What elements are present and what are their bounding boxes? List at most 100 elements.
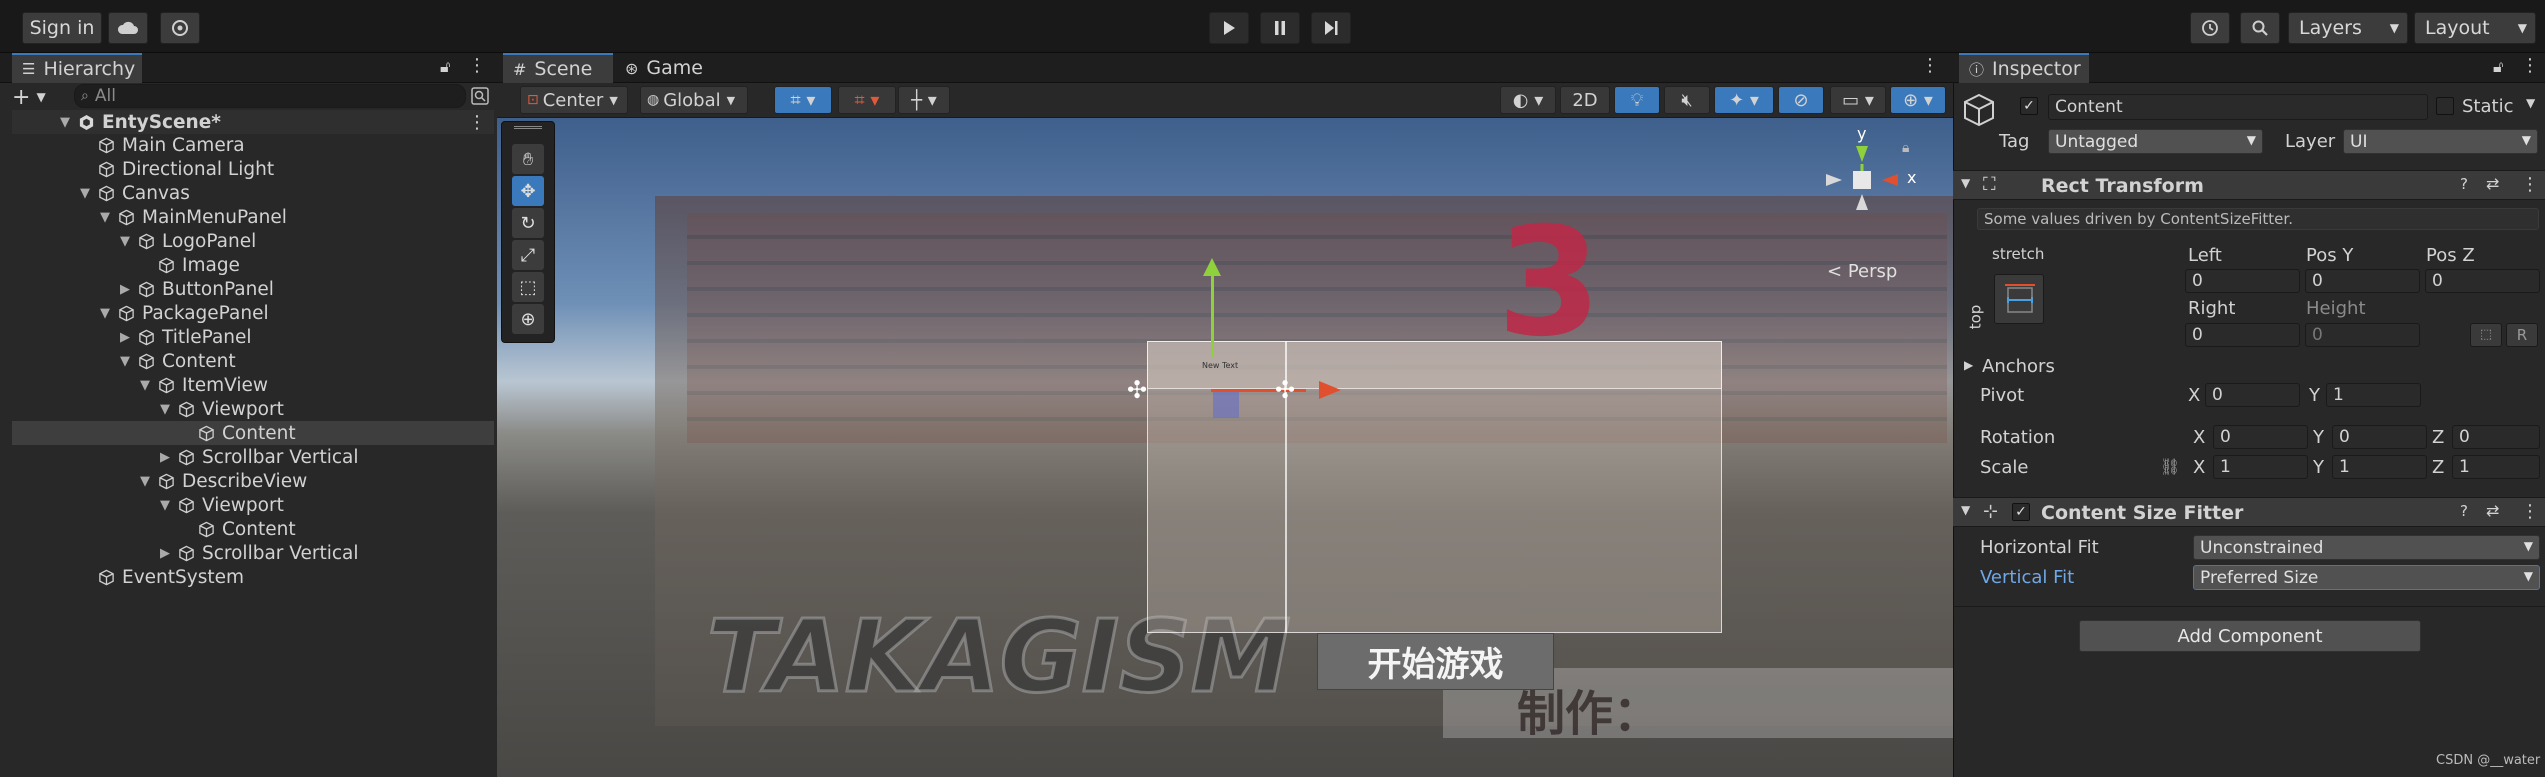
rotation-y-field[interactable]: 0 xyxy=(2332,425,2427,449)
expand-arrow-icon[interactable]: ▶ xyxy=(118,330,132,345)
expand-arrow-icon[interactable]: ▼ xyxy=(98,306,112,321)
lock-icon[interactable]: 🔒︎ xyxy=(1902,140,1909,156)
rotate-tool-icon[interactable]: ↻ xyxy=(512,208,544,238)
lighting-toggle[interactable]: 💡︎ xyxy=(1614,86,1660,114)
collab-icon[interactable] xyxy=(160,12,200,44)
hierarchy-item[interactable]: ▼ Canvas xyxy=(12,181,494,205)
lock-icon[interactable]: 🔓︎ xyxy=(2493,57,2503,77)
help-icon[interactable]: ? xyxy=(2460,502,2468,520)
create-add-button[interactable]: + ▼ xyxy=(12,85,82,110)
sign-in-button[interactable]: Sign in xyxy=(22,12,102,44)
rect-tool-icon[interactable]: ⬚ xyxy=(512,272,544,302)
tab-inspector[interactable]: ⓘ Inspector xyxy=(1959,53,2089,83)
scene-viewport[interactable]: 3 TAKAGISM 制作： New Text ✣ ✣ 开始游戏 y x 🔒︎ … xyxy=(497,118,1953,777)
tag-dropdown[interactable]: Untagged ▼ xyxy=(2048,129,2263,154)
content-size-fitter-enabled-checkbox[interactable]: ✓ xyxy=(2012,503,2030,521)
y-axis-handle[interactable] xyxy=(1211,268,1214,358)
hierarchy-item[interactable]: ▼ Content xyxy=(12,349,494,373)
hierarchy-item[interactable]: Image xyxy=(12,253,494,277)
hierarchy-search-input[interactable]: ⌕ All xyxy=(74,84,466,108)
posz-field[interactable]: 0 xyxy=(2425,269,2540,293)
x-arrow-icon[interactable] xyxy=(1319,381,1341,399)
align-toggle[interactable]: ┼ ▾ xyxy=(898,86,950,114)
audio-toggle[interactable]: 🔇︎ xyxy=(1664,86,1710,114)
play-button[interactable] xyxy=(1209,12,1249,44)
expand-arrow-icon[interactable]: ▼ xyxy=(138,474,152,489)
gizmos-dropdown[interactable]: ⊕ ▾ xyxy=(1890,86,1946,114)
render-mode-dropdown[interactable]: ◐ ▾ xyxy=(1500,86,1556,114)
scale-tool-icon[interactable]: ⤢ xyxy=(512,240,544,270)
content-size-fitter-header[interactable]: ▼ ⊹ ✓ Content Size Fitter ? ⇄ ⋮ xyxy=(1953,497,2545,527)
expand-arrow-icon[interactable]: ▶ xyxy=(158,546,172,561)
right-field[interactable]: 0 xyxy=(2185,323,2300,347)
kebab-menu-icon[interactable]: ⋮ xyxy=(1921,55,1939,76)
expand-arrow-icon[interactable]: ▼ xyxy=(138,378,152,393)
active-checkbox[interactable]: ✓ xyxy=(2020,97,2038,115)
hierarchy-item[interactable]: ▼ LogoPanel xyxy=(12,229,494,253)
expand-arrow-icon[interactable]: ▼ xyxy=(158,402,172,417)
history-icon[interactable] xyxy=(2190,12,2230,44)
hierarchy-item[interactable]: ▼ Viewport xyxy=(12,397,494,421)
pivot-x-field[interactable]: 0 xyxy=(2205,383,2300,407)
layout-dropdown[interactable]: Layout ▼ xyxy=(2414,12,2536,44)
layers-dropdown[interactable]: Layers ▼ xyxy=(2288,12,2408,44)
hierarchy-item[interactable]: ▶ TitlePanel xyxy=(12,325,494,349)
kebab-menu-icon[interactable]: ⋮ xyxy=(2521,501,2539,522)
expand-arrow-icon[interactable]: ▶ xyxy=(118,282,132,297)
search-filter-icon[interactable] xyxy=(470,86,490,106)
pivot-mode-dropdown[interactable]: ⊡ Center ▼ xyxy=(520,86,628,114)
kebab-menu-icon[interactable]: ⋮ xyxy=(2521,55,2539,76)
hierarchy-item[interactable]: ▶ ButtonPanel xyxy=(12,277,494,301)
blueprint-mode-icon[interactable]: ⬚ xyxy=(2470,323,2502,347)
visibility-toggle[interactable]: ⊘ xyxy=(1778,86,1824,114)
expand-arrow-icon[interactable]: ▼ xyxy=(78,186,92,201)
drag-handle-icon[interactable] xyxy=(514,126,542,129)
scene-row[interactable]: ▼ EntyScene* ⋮ xyxy=(12,110,494,134)
hierarchy-item[interactable]: Content xyxy=(12,421,494,445)
expand-arrow-icon[interactable]: ▼ xyxy=(1961,503,1970,517)
rotation-z-field[interactable]: 0 xyxy=(2452,425,2540,449)
scale-y-field[interactable]: 1 xyxy=(2332,455,2427,479)
rotation-x-field[interactable]: 0 xyxy=(2213,425,2308,449)
pause-button[interactable] xyxy=(1260,12,1300,44)
help-icon[interactable]: ? xyxy=(2460,175,2468,193)
static-checkbox[interactable] xyxy=(2436,97,2454,115)
horizontal-fit-dropdown[interactable]: Unconstrained ▼ xyxy=(2193,535,2540,560)
anchor-presets-button[interactable] xyxy=(1994,274,2044,324)
hierarchy-item[interactable]: Directional Light xyxy=(12,157,494,181)
effects-toggle[interactable]: ✦ ▾ xyxy=(1714,86,1774,114)
chevron-down-icon[interactable]: ▼ xyxy=(2526,96,2535,110)
presets-icon[interactable]: ⇄ xyxy=(2486,174,2499,193)
increment-snap-toggle[interactable]: ⌗ ▾ xyxy=(838,86,896,114)
rect-transform-header[interactable]: ▼ ⛶ Rect Transform ? ⇄ ⋮ xyxy=(1953,170,2545,200)
persp-label[interactable]: < Persp xyxy=(1827,261,1897,282)
hierarchy-item[interactable]: ▼ DescribeView xyxy=(12,469,494,493)
hierarchy-item[interactable]: ▶ Scrollbar Vertical xyxy=(12,445,494,469)
hierarchy-item[interactable]: EventSystem xyxy=(12,565,494,589)
tab-hierarchy[interactable]: ☰ Hierarchy xyxy=(12,53,142,83)
hierarchy-item[interactable]: ▼ ItemView xyxy=(12,373,494,397)
scale-x-field[interactable]: 1 xyxy=(2213,455,2308,479)
hierarchy-item[interactable]: ▼ PackagePanel xyxy=(12,301,494,325)
kebab-menu-icon[interactable]: ⋮ xyxy=(468,55,486,76)
vertical-fit-dropdown[interactable]: Preferred Size ▼ xyxy=(2193,565,2540,590)
expand-arrow-icon[interactable]: ▼ xyxy=(118,354,132,369)
search-icon[interactable] xyxy=(2240,12,2280,44)
hand-tool-icon[interactable]: ✋︎ xyxy=(512,144,544,174)
expand-arrow-icon[interactable]: ▼ xyxy=(118,234,132,249)
left-field[interactable]: 0 xyxy=(2185,269,2300,293)
expand-arrow-icon[interactable]: ▼ xyxy=(98,210,112,225)
presets-icon[interactable]: ⇄ xyxy=(2486,501,2499,520)
hierarchy-item[interactable]: Content xyxy=(12,517,494,541)
orientation-gizmo[interactable]: y x xyxy=(1807,124,1947,258)
scale-z-field[interactable]: 1 xyxy=(2452,455,2540,479)
move-tool-icon[interactable]: ✥ xyxy=(512,176,544,206)
hierarchy-item[interactable]: ▼ Viewport xyxy=(12,493,494,517)
link-scale-icon[interactable]: ⛓ xyxy=(2160,457,2180,476)
camera-dropdown[interactable]: ▭ ▾ xyxy=(1830,86,1886,114)
grid-snap-toggle[interactable]: ⌗ ▾ xyxy=(774,86,832,114)
pivot-y-field[interactable]: 1 xyxy=(2326,383,2421,407)
expand-arrow-icon[interactable]: ▼ xyxy=(1961,176,1970,190)
transform-tool-icon[interactable]: ⊕ xyxy=(512,304,544,334)
kebab-menu-icon[interactable]: ⋮ xyxy=(468,112,486,133)
